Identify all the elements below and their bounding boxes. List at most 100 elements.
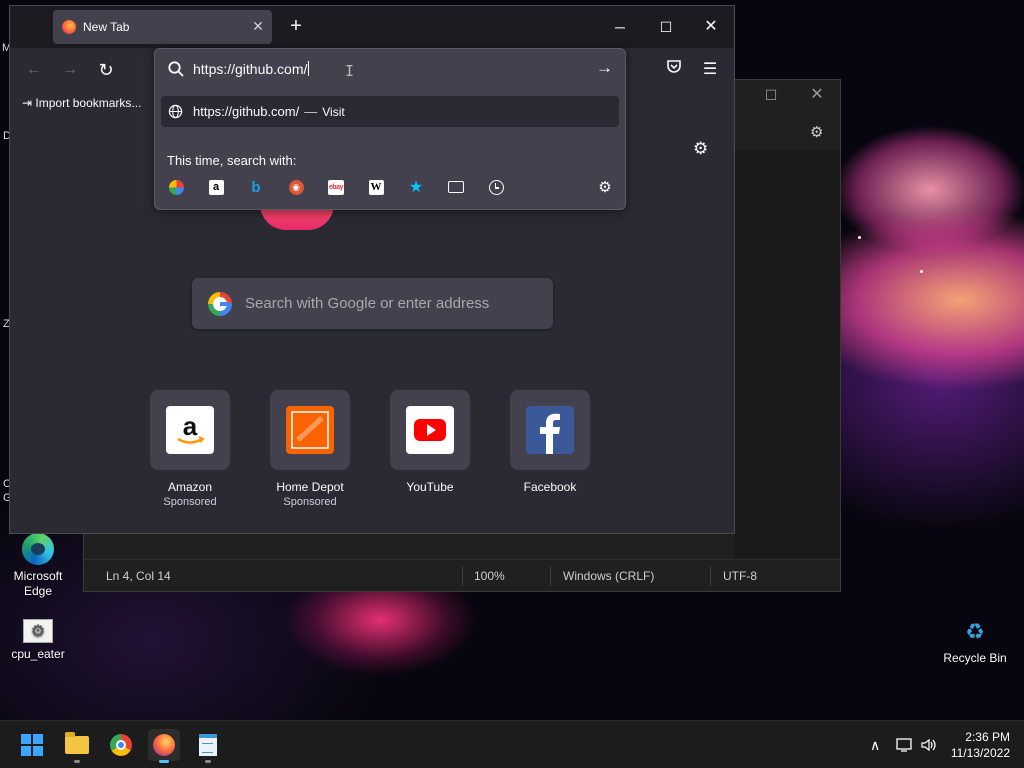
ebay-icon: ebay (328, 179, 344, 195)
taskbar-chrome[interactable] (105, 729, 137, 761)
amazon-logo-icon: a (166, 406, 214, 454)
taskbar-notepad[interactable] (192, 729, 224, 763)
system-clock[interactable]: 2:36 PM 11/13/2022 (951, 729, 1010, 761)
firefox-icon (153, 734, 175, 756)
url-input[interactable]: https://github.com/ I → (155, 49, 625, 89)
maximize-button[interactable]: ☐ (651, 15, 681, 39)
wikipedia-icon: W (368, 179, 384, 195)
notepad-text-area[interactable] (734, 150, 840, 558)
active-indicator (159, 760, 169, 763)
top-site-youtube[interactable]: YouTube (390, 390, 470, 494)
search-with-label: This time, search with: (167, 153, 297, 168)
search-settings-button[interactable]: ⚙ (596, 178, 614, 196)
top-site-home-depot[interactable]: Home Depot Sponsored (270, 390, 350, 508)
show-hidden-icons-chevron-icon[interactable]: ∧ (870, 721, 880, 768)
forward-arrow-icon[interactable]: → (57, 58, 83, 82)
minimize-button[interactable]: ─ (605, 15, 635, 39)
notepad-icon (199, 734, 217, 756)
facebook-logo-icon (526, 406, 574, 454)
google-icon (168, 179, 184, 195)
chrome-icon (110, 734, 132, 756)
encoding: UTF-8 (723, 569, 757, 583)
home-depot-logo-icon (286, 406, 334, 454)
tab-title: New Tab (83, 20, 130, 34)
tab-icon (448, 181, 464, 193)
engine-google-button[interactable] (167, 178, 185, 196)
start-button[interactable] (16, 729, 48, 761)
url-suggestion-row[interactable]: https://github.com/ — Visit (161, 96, 619, 127)
url-input-value[interactable]: https://github.com/ (193, 61, 310, 77)
network-icon[interactable] (896, 721, 914, 768)
youtube-logo-icon (406, 406, 454, 454)
edge-icon (22, 533, 54, 565)
new-tab-button[interactable]: + (285, 16, 307, 38)
bing-icon: b (251, 178, 261, 196)
engine-ebay-button[interactable]: ebay (327, 178, 345, 196)
go-arrow-icon[interactable]: → (596, 58, 613, 78)
application-gear-icon: ⚙ (23, 619, 53, 643)
search-history-button[interactable] (487, 178, 505, 196)
wallpaper-sparkle (858, 236, 861, 239)
tab-new-tab[interactable]: New Tab ✕ (53, 10, 272, 44)
engine-wikipedia-button[interactable]: W (367, 178, 385, 196)
text-caret (308, 61, 310, 76)
status-divider (710, 566, 711, 586)
suggestion-separator: — (304, 104, 318, 119)
address-bar-dropdown[interactable]: https://github.com/ I → https://github.c… (154, 48, 626, 210)
engine-amazon-button[interactable]: a (207, 178, 225, 196)
top-site-tile (270, 390, 350, 470)
top-site-amazon[interactable]: a Amazon Sponsored (150, 390, 230, 508)
top-site-tile (390, 390, 470, 470)
top-site-name: Facebook (523, 480, 577, 494)
pocket-icon[interactable] (662, 58, 686, 82)
top-site-tile (510, 390, 590, 470)
desktop-icon-recycle-bin[interactable]: ♻ Recycle Bin (937, 615, 1013, 666)
volume-icon[interactable] (920, 721, 938, 768)
close-tab-icon[interactable]: ✕ (250, 18, 266, 34)
clock-icon (488, 179, 504, 195)
zoom-level: 100% (474, 569, 505, 583)
running-indicator (74, 760, 80, 763)
star-icon: ★ (408, 179, 424, 196)
back-arrow-icon[interactable]: ← (21, 58, 47, 82)
close-window-button[interactable]: ✕ (696, 15, 726, 39)
desktop-icon-label: Recycle Bin (943, 651, 1007, 665)
settings-gear-icon[interactable]: ⚙ (810, 123, 823, 141)
close-button[interactable]: ✕ (803, 84, 831, 106)
windows-logo-icon (21, 734, 43, 756)
desktop-icon-edge[interactable]: Microsoft Edge (0, 533, 76, 599)
clock-date: 11/13/2022 (950, 746, 1010, 760)
line-ending: Windows (CRLF) (563, 569, 655, 583)
maximize-button[interactable]: ☐ (757, 84, 785, 106)
newtab-search-box[interactable]: Search with Google or enter address (192, 278, 553, 329)
search-icon (168, 61, 184, 77)
search-tabs-button[interactable] (447, 178, 465, 196)
taskbar-file-explorer[interactable] (61, 729, 93, 763)
hamburger-menu-icon[interactable]: ☰ (698, 58, 722, 82)
firefox-favicon-icon (62, 20, 76, 34)
taskbar: ∧ 2:36 PM 11/13/2022 (0, 720, 1024, 768)
search-placeholder: Search with Google or enter address (245, 295, 490, 312)
wallpaper-sparkle (920, 270, 923, 273)
suggestion-action: Visit (322, 105, 345, 119)
desktop-icon-cpu-eater[interactable]: ⚙ cpu_eater (0, 619, 76, 662)
taskbar-firefox[interactable] (148, 729, 180, 763)
import-icon: ⇥ (22, 96, 36, 110)
top-site-name: YouTube (406, 480, 454, 494)
desktop-icon-label: Edge (23, 584, 53, 598)
desktop-icon-label: Microsoft (13, 569, 63, 583)
search-bookmarks-button[interactable]: ★ (407, 178, 425, 196)
engine-duckduckgo-button[interactable]: ◉ (287, 178, 305, 196)
running-indicator (205, 760, 211, 763)
tab-bar[interactable]: New Tab ✕ + ─ ☐ ✕ (10, 6, 734, 48)
cursor-position: Ln 4, Col 14 (106, 569, 171, 583)
import-bookmarks-button[interactable]: ⇥ Import bookmarks... (22, 96, 141, 110)
status-divider (550, 566, 551, 586)
reload-icon[interactable]: ↻ (93, 58, 119, 82)
i-beam-cursor-icon: I (345, 62, 355, 80)
top-site-facebook[interactable]: Facebook (510, 390, 590, 494)
engine-bing-button[interactable]: b (247, 178, 265, 196)
status-divider (462, 566, 463, 586)
svg-text:a: a (183, 411, 198, 441)
newtab-settings-gear-icon[interactable]: ⚙ (693, 139, 708, 159)
